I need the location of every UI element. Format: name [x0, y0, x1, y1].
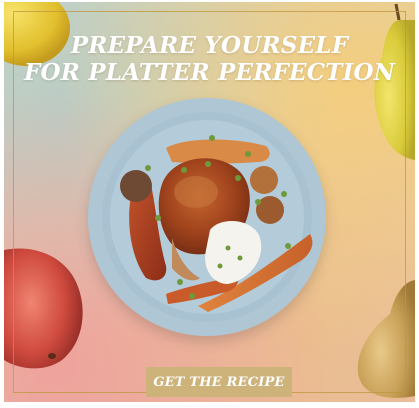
recipe-ad-banner[interactable]: PREPARE YOURSELF FOR PLATTER PERFECTION: [4, 2, 415, 402]
headline-line-1: PREPARE YOURSELF: [70, 32, 349, 59]
ad-headline: PREPARE YOURSELF FOR PLATTER PERFECTION: [4, 32, 415, 86]
get-the-recipe-button[interactable]: GET THE RECIPE: [146, 367, 292, 397]
headline-line-2: FOR PLATTER PERFECTION: [23, 59, 396, 86]
roast-chicken-dish-image: [120, 135, 313, 312]
